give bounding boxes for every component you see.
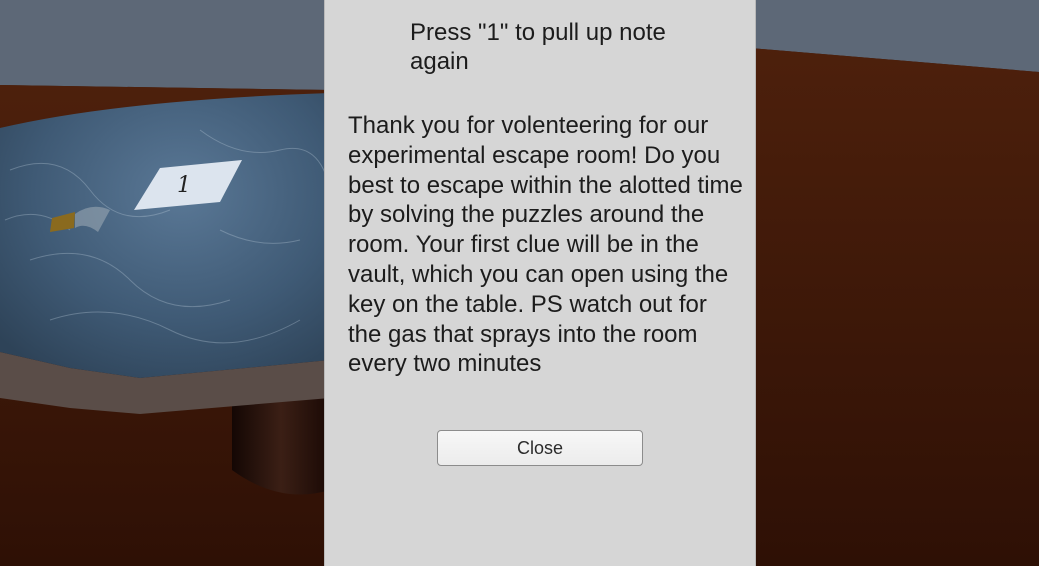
left-wall	[0, 0, 330, 90]
floor-right	[750, 48, 1039, 566]
note-body-text: Thank you for volenteering for our exper…	[348, 112, 743, 378]
reopen-hint-text: Press "1" to pull up note again	[410, 19, 666, 75]
marble-tabletop	[0, 93, 330, 378]
table-pillar	[232, 390, 330, 495]
note-panel: Press "1" to pull up note again Thank yo…	[324, 0, 756, 566]
note-paper-number: 1	[177, 173, 191, 198]
close-button[interactable]: Close	[437, 430, 643, 466]
